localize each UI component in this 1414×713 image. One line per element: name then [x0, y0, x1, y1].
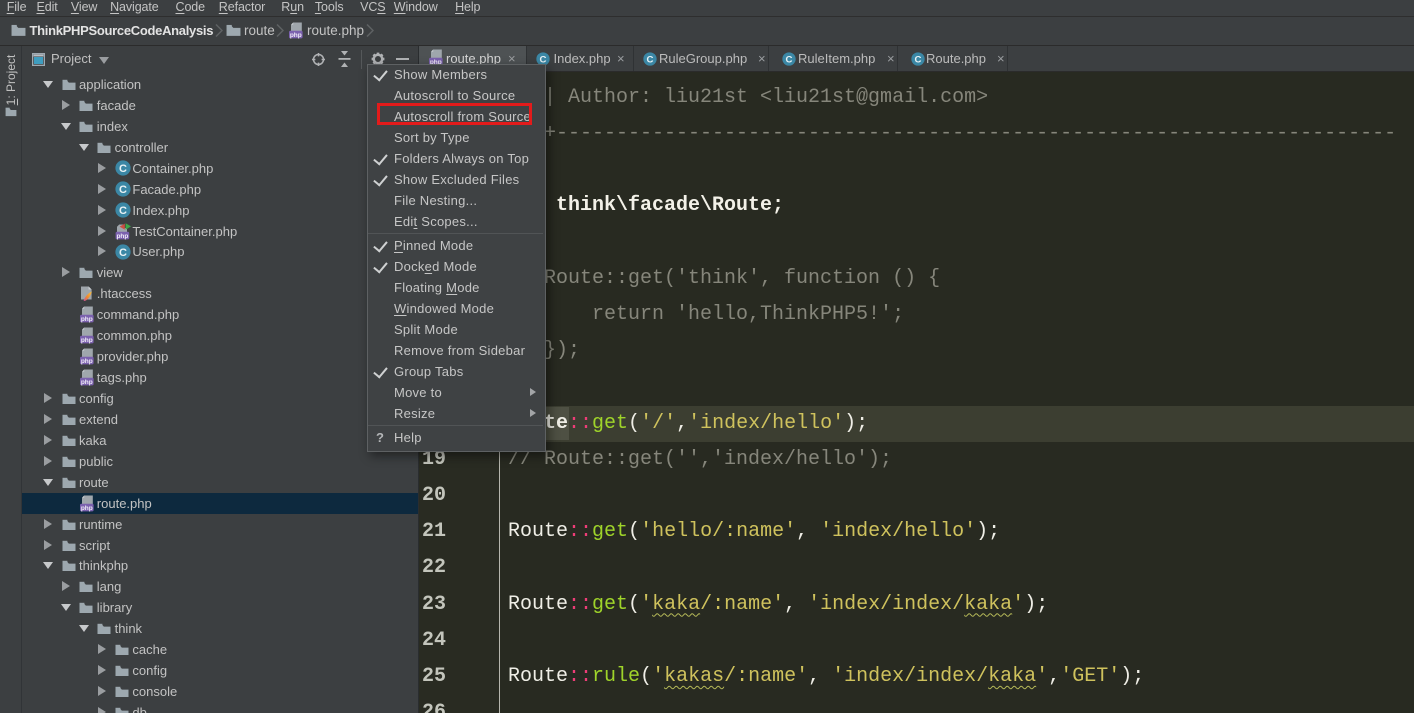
svg-text:php: php	[81, 379, 93, 386]
svg-text:C: C	[119, 247, 127, 259]
svg-text:php: php	[81, 358, 93, 365]
svg-text:php: php	[290, 32, 302, 39]
svg-text:php: php	[81, 337, 93, 344]
svg-text:C: C	[915, 54, 922, 65]
svg-text:C: C	[119, 184, 127, 196]
svg-text:C: C	[647, 54, 654, 65]
svg-text:php: php	[81, 505, 93, 512]
svg-text:C: C	[119, 163, 127, 175]
svg-text:C: C	[786, 54, 793, 65]
svg-text:C: C	[119, 205, 127, 217]
svg-text:php: php	[116, 233, 128, 240]
svg-text:php: php	[81, 316, 93, 323]
